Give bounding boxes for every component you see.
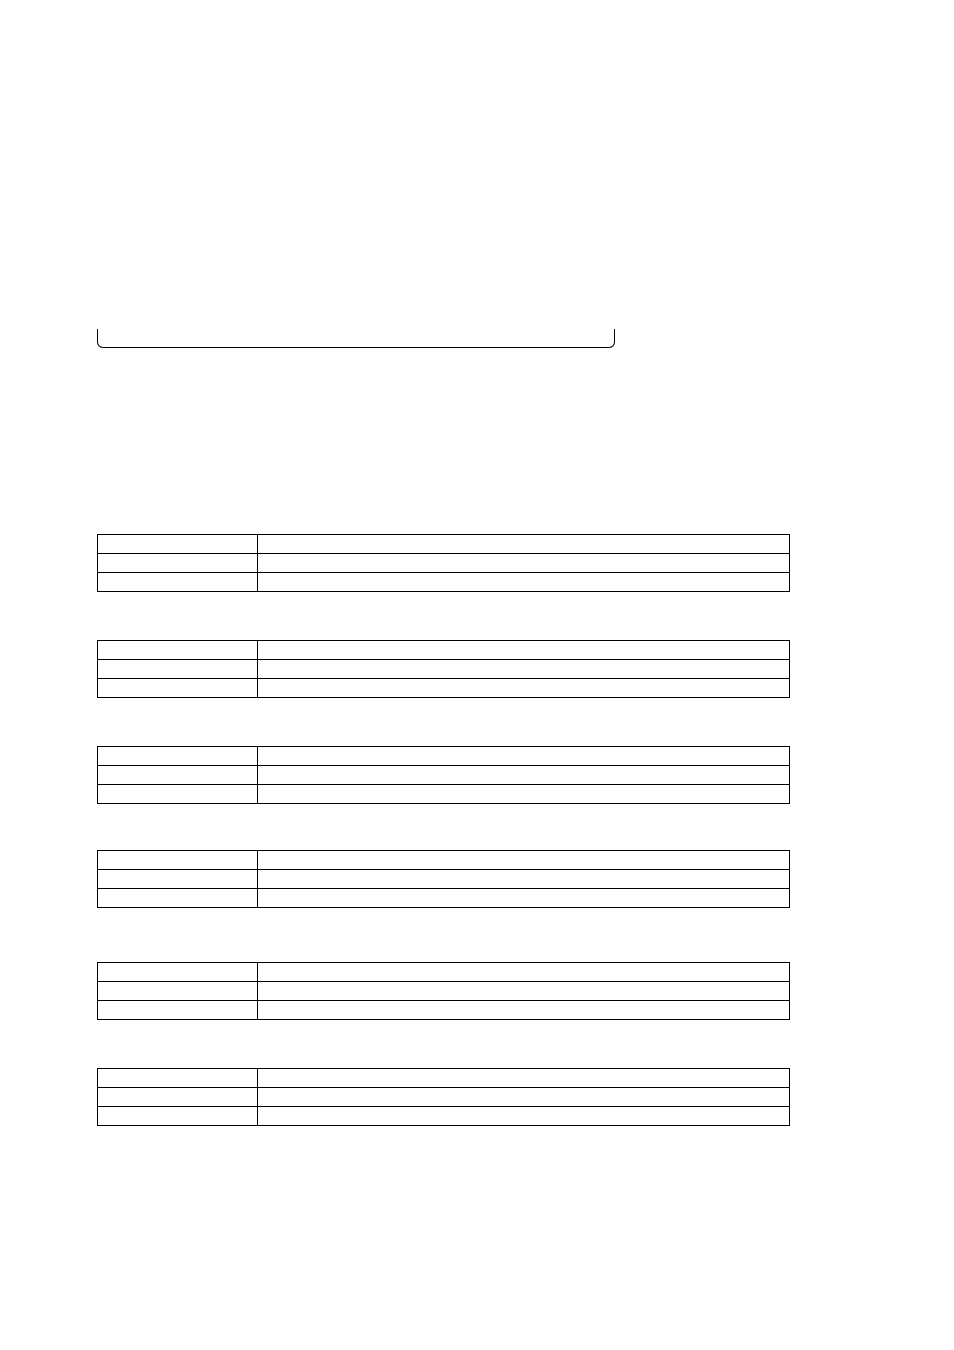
table-row	[98, 535, 790, 554]
table-2	[97, 640, 790, 698]
table-row	[98, 982, 790, 1001]
table-row	[98, 573, 790, 592]
cell	[98, 554, 258, 573]
cell	[258, 1107, 790, 1126]
table-5	[97, 962, 790, 1020]
cell	[98, 1001, 258, 1020]
cell	[258, 870, 790, 889]
table-row	[98, 641, 790, 660]
cell	[98, 641, 258, 660]
cell	[258, 747, 790, 766]
cell	[98, 889, 258, 908]
table-row	[98, 1001, 790, 1020]
cell	[98, 1069, 258, 1088]
cell	[258, 1069, 790, 1088]
table-row	[98, 554, 790, 573]
table-3	[97, 746, 790, 804]
table-row	[98, 889, 790, 908]
cell	[98, 573, 258, 592]
cell	[98, 851, 258, 870]
cell	[258, 766, 790, 785]
cell	[98, 1107, 258, 1126]
cell	[258, 679, 790, 698]
table-4	[97, 850, 790, 908]
cell	[98, 1088, 258, 1107]
cell	[258, 641, 790, 660]
cell	[258, 573, 790, 592]
cell	[258, 785, 790, 804]
cell	[98, 963, 258, 982]
table-row	[98, 963, 790, 982]
table-6	[97, 1068, 790, 1126]
table-row	[98, 660, 790, 679]
cell	[258, 554, 790, 573]
table-row	[98, 851, 790, 870]
cell	[98, 535, 258, 554]
table-row	[98, 785, 790, 804]
cell	[258, 660, 790, 679]
table-row	[98, 766, 790, 785]
table-row	[98, 870, 790, 889]
table-row	[98, 1088, 790, 1107]
cell	[258, 982, 790, 1001]
cell	[258, 1088, 790, 1107]
cell	[258, 1001, 790, 1020]
cell	[98, 982, 258, 1001]
cell	[98, 747, 258, 766]
cell	[258, 963, 790, 982]
cell	[98, 679, 258, 698]
table-row	[98, 679, 790, 698]
table-row	[98, 747, 790, 766]
cell	[98, 766, 258, 785]
table-1	[97, 534, 790, 592]
page	[0, 0, 954, 1350]
cell	[98, 785, 258, 804]
cell	[258, 889, 790, 908]
cell	[258, 851, 790, 870]
cell	[98, 870, 258, 889]
table-row	[98, 1069, 790, 1088]
table-row	[98, 1107, 790, 1126]
cell	[98, 660, 258, 679]
header-box	[97, 329, 615, 348]
cell	[258, 535, 790, 554]
